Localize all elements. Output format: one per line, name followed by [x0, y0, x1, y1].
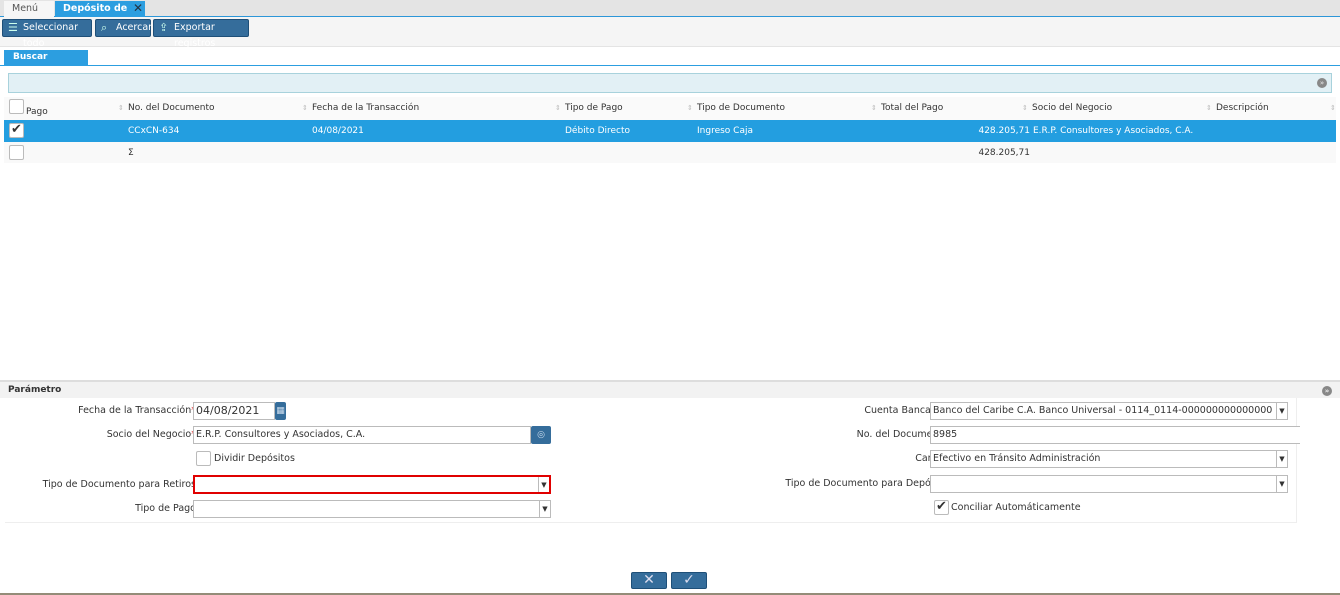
- search-icon[interactable]: ◎: [531, 426, 551, 444]
- retiros-select[interactable]: ▼: [193, 475, 551, 494]
- cell-fecha: 04/08/2021: [312, 126, 364, 136]
- cell-documento: CCxCN-634: [128, 126, 180, 136]
- fecha-input[interactable]: 04/08/2021: [193, 402, 275, 420]
- sort-icon[interactable]: ⇕: [555, 97, 561, 119]
- chevron-down-icon[interactable]: ▼: [538, 477, 549, 492]
- column-header-tipo-documento[interactable]: Tipo de Documento: [697, 97, 785, 119]
- sum-total: 428.205,71: [978, 148, 1030, 158]
- deposito-label: Tipo de Documento para Depósito: [785, 478, 948, 489]
- chevron-down-icon[interactable]: ▼: [1276, 403, 1287, 419]
- sort-icon[interactable]: ⇕: [302, 97, 308, 119]
- column-header-descripcion[interactable]: Descripción: [1216, 97, 1269, 119]
- row-checkbox[interactable]: [9, 122, 24, 138]
- cancel-button[interactable]: ✕: [631, 572, 667, 589]
- zoom-button[interactable]: ⌕ Acercar: [95, 19, 153, 37]
- zoom-label: Acercar: [116, 22, 153, 33]
- dividir-checkbox[interactable]: [196, 451, 211, 466]
- search-bar[interactable]: »: [8, 73, 1332, 93]
- collapse-icon[interactable]: »: [1317, 78, 1327, 88]
- select-all-checkbox[interactable]: [9, 99, 24, 114]
- sum-symbol: Σ: [128, 148, 134, 158]
- close-icon: ✕: [643, 572, 655, 588]
- tipo-pago-select[interactable]: ▼: [193, 500, 551, 518]
- select-all-label: Seleccionar todo: [23, 22, 79, 49]
- deposito-select[interactable]: ▼: [930, 475, 1288, 493]
- column-header-total[interactable]: Total del Pago: [881, 97, 943, 119]
- tipo-pago-label: Tipo de Pago: [135, 503, 196, 514]
- column-header-socio[interactable]: Socio del Negocio: [1032, 97, 1112, 119]
- tab-buscar-registros[interactable]: Buscar registros: [4, 50, 88, 77]
- conciliar-label: Conciliar Automáticamente: [951, 502, 1081, 513]
- tab-deposito-caja[interactable]: Depósito de Caja✕: [55, 1, 145, 29]
- sort-icon[interactable]: ⇕: [118, 97, 124, 119]
- cell-socio: E.R.P. Consultores y Asociados, C.A.: [1033, 126, 1194, 136]
- toolbar: ☰ Seleccionar todo ⌕ Acercar ⇪ Exportar reg…: [0, 17, 1340, 49]
- sort-icon[interactable]: ⇕: [871, 97, 877, 119]
- export-label: Exportar registros: [174, 22, 216, 49]
- list-icon: ☰: [8, 21, 18, 34]
- export-button[interactable]: ⇪ Exportar registros: [153, 19, 249, 49]
- grid-header: Pago ⇕ No. del Documento ⇕ Fecha de la Tra…: [4, 97, 1336, 120]
- ok-button[interactable]: ✓: [671, 572, 707, 589]
- cuenta-select[interactable]: Banco del Caribe C.A. Banco Universal - …: [930, 402, 1288, 420]
- tab-menu[interactable]: Menú (3): [4, 1, 54, 29]
- parameter-title: Parámetro: [8, 385, 62, 395]
- check-icon: ✓: [683, 572, 695, 588]
- column-header-tipo-pago[interactable]: Tipo de Pago: [565, 97, 623, 119]
- divider: [0, 65, 1340, 66]
- sort-icon[interactable]: ⇕: [1022, 97, 1028, 119]
- parameter-header: Parámetro »: [0, 380, 1340, 398]
- socio-input[interactable]: E.R.P. Consultores y Asociados, C.A.: [193, 426, 531, 444]
- conciliar-checkbox[interactable]: [934, 499, 949, 515]
- export-icon: ⇪: [159, 21, 169, 34]
- tab-bar: Menú (3) Depósito de Caja✕: [0, 0, 1340, 29]
- chevron-down-icon[interactable]: ▼: [539, 501, 550, 517]
- collapse-icon[interactable]: »: [1322, 386, 1332, 396]
- chevron-down-icon[interactable]: ▼: [1276, 476, 1287, 492]
- parameter-form: Fecha de la Transacción* 04/08/2021 ▦ So…: [5, 398, 1300, 523]
- cell-total: 428.205,71: [978, 126, 1030, 136]
- sort-icon[interactable]: ⇕: [1206, 97, 1212, 119]
- row-checkbox[interactable]: [9, 145, 24, 160]
- zoom-icon: ⌕: [101, 21, 108, 34]
- cargo-select[interactable]: Efectivo en Tránsito Administración ▼: [930, 450, 1288, 468]
- chevron-down-icon[interactable]: ▼: [1276, 451, 1287, 467]
- sort-icon[interactable]: ⇕: [687, 97, 693, 119]
- table-row[interactable]: CCxCN-634 04/08/2021 Débito Directo Ingr…: [4, 120, 1336, 142]
- cell-tipo-pago: Débito Directo: [565, 126, 631, 136]
- dividir-label: Dividir Depósitos: [214, 453, 295, 464]
- fecha-label: Fecha de la Transacción*: [78, 405, 196, 416]
- sum-row: Σ 428.205,71: [4, 142, 1336, 163]
- nodoc-input[interactable]: 8985: [930, 426, 1300, 444]
- select-all-button[interactable]: ☰ Seleccionar todo: [2, 19, 92, 49]
- close-icon[interactable]: ✕: [133, 1, 143, 16]
- retiros-label: Tipo de Documento para Retiros: [42, 479, 196, 490]
- calendar-icon[interactable]: ▦: [275, 402, 286, 420]
- column-header-documento[interactable]: No. del Documento: [128, 97, 215, 119]
- sort-icon[interactable]: ⇕: [1330, 97, 1336, 119]
- cell-tipo-documento: Ingreso Caja: [697, 126, 753, 136]
- socio-label: Socio del Negocio*: [106, 429, 196, 440]
- column-header-fecha[interactable]: Fecha de la Transacción: [312, 97, 419, 119]
